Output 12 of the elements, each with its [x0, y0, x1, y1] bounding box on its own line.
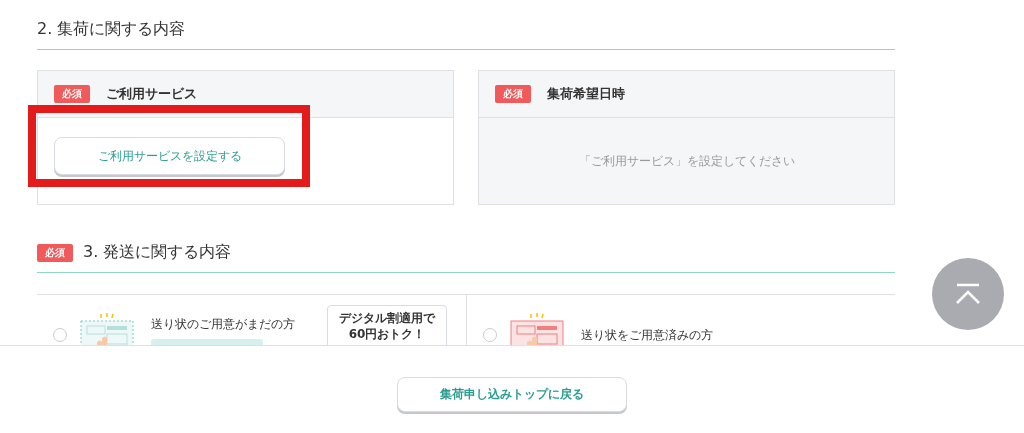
required-badge: 必須 — [37, 243, 73, 262]
back-to-top-button[interactable]: 集荷申し込みトップに戻る — [397, 377, 627, 412]
hint-text: 「ご利用サービス」を設定してください — [578, 152, 795, 170]
section-title: 3. 発送に関する内容 — [83, 242, 232, 263]
option-label: 送り状のご用意がまだの方 — [151, 315, 295, 333]
section-title: 2. 集荷に関する内容 — [37, 19, 186, 40]
required-badge: 必須 — [54, 85, 90, 103]
required-badge: 必須 — [495, 85, 531, 103]
card-title: 集荷希望日時 — [547, 85, 625, 103]
set-service-button[interactable]: ご利用サービスを設定する — [54, 137, 285, 175]
card-title: ご利用サービス — [106, 85, 197, 103]
option-label: 送り状をご用意済みの方 — [580, 326, 713, 344]
